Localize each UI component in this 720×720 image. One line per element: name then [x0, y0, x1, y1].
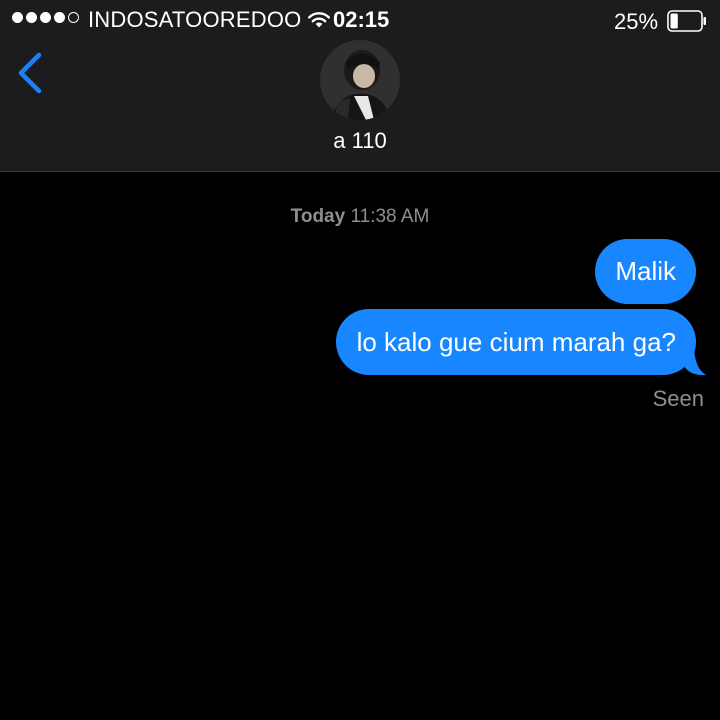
message-bubble[interactable]: lo kalo gue cium marah ga?: [335, 309, 696, 375]
message-timestamp: Today 11:38 AM: [0, 206, 720, 228]
contact-name[interactable]: a 110: [0, 128, 720, 154]
read-receipt: Seen: [652, 386, 704, 411]
avatar[interactable]: [320, 40, 400, 120]
conversation-header: INDOSATOOREDOO 02:15 25% a 110: [0, 0, 720, 172]
chevron-left-icon: [18, 52, 42, 94]
wifi-icon: [308, 12, 330, 28]
timestamp-day: Today: [290, 206, 346, 227]
battery-icon: [667, 10, 706, 32]
timestamp-time: 11:38 AM: [350, 206, 430, 227]
carrier-name: INDOSATOOREDOO: [88, 7, 302, 32]
messages-screen: INDOSATOOREDOO 02:15 25% a 110 Today 11:…: [0, 0, 720, 720]
signal-dots-icon: [12, 12, 79, 23]
message-bubble[interactable]: Malik: [595, 239, 696, 304]
battery-percent: 25%: [614, 9, 659, 34]
clock: 02:15: [333, 7, 390, 32]
bubble-tail: [684, 344, 706, 376]
status-bar: INDOSATOOREDOO 02:15 25%: [0, 0, 720, 40]
back-button[interactable]: [14, 50, 48, 96]
